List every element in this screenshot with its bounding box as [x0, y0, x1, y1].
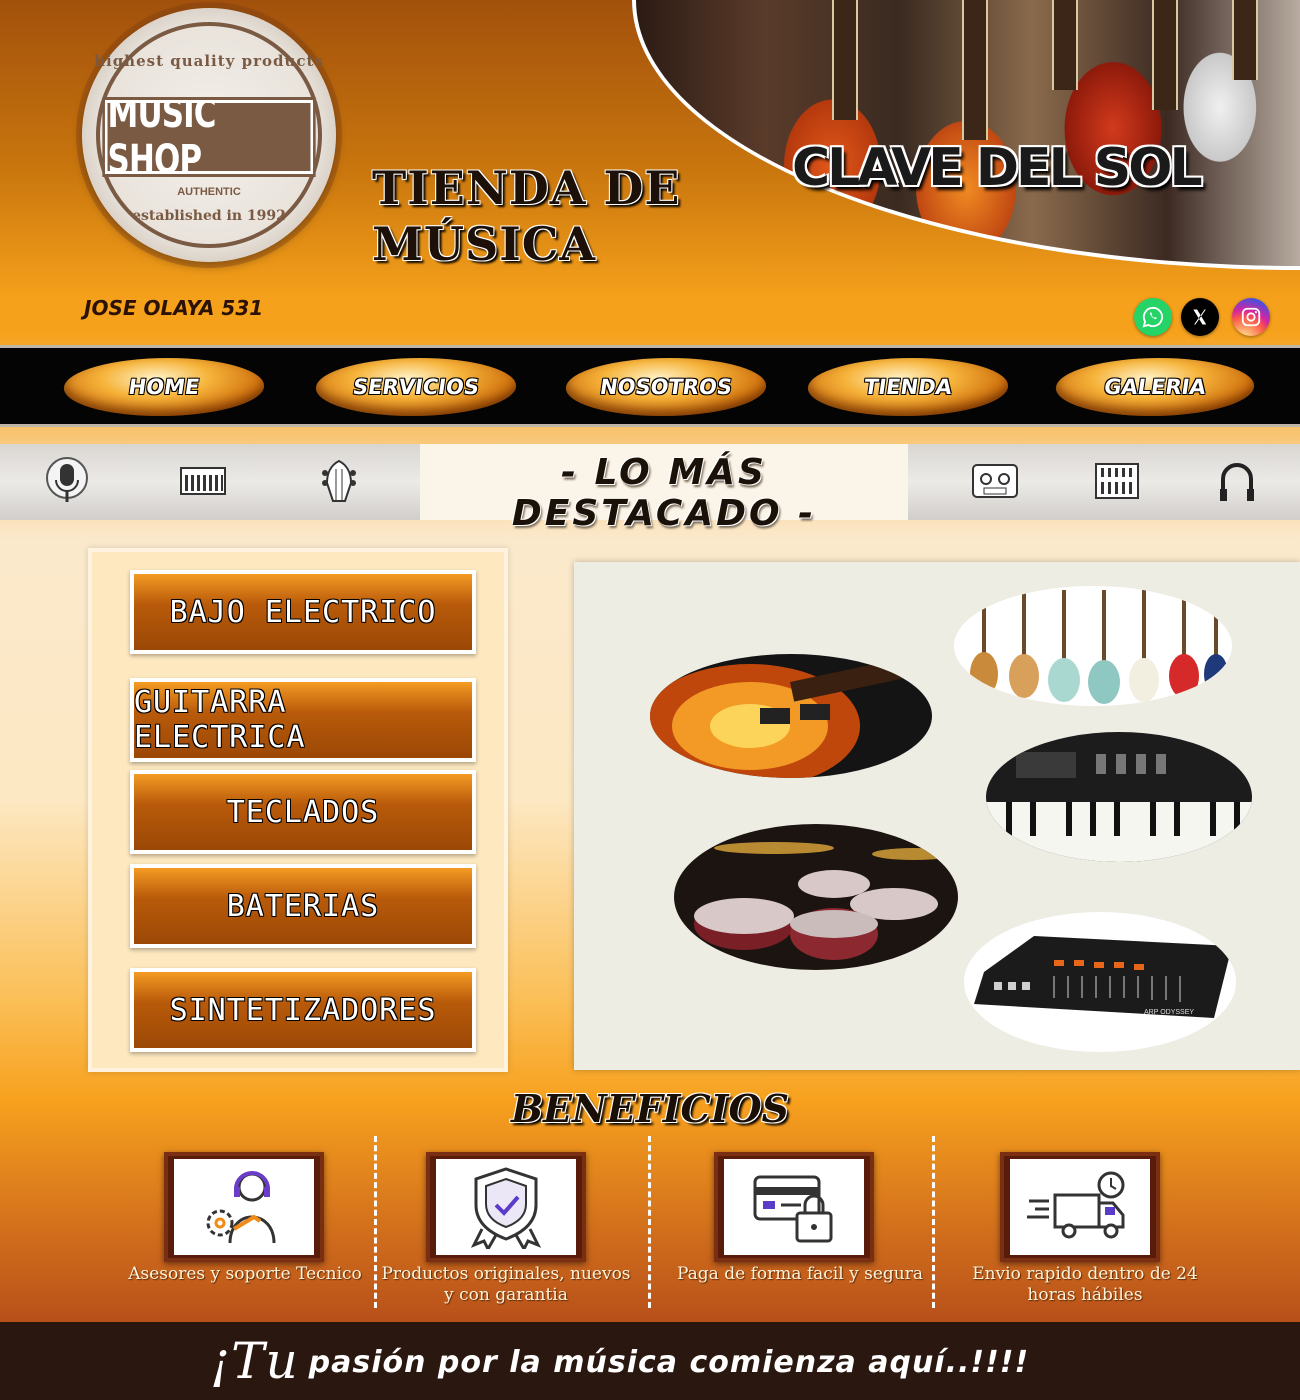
benefit-card-delivery	[1000, 1152, 1160, 1262]
hero-guitars-image	[632, 0, 1300, 268]
category-sintetizadores[interactable]: SINTETIZADORES	[130, 968, 476, 1052]
benefit-card-payment	[714, 1152, 874, 1262]
microphone-icon	[42, 456, 92, 506]
benefit-card-guarantee	[426, 1152, 586, 1262]
store-address: JOSE OLAYA 531	[84, 296, 264, 320]
headphones-icon	[1212, 456, 1262, 506]
whatsapp-icon[interactable]	[1134, 298, 1172, 336]
benefit-separator	[932, 1136, 935, 1308]
nav-home[interactable]: HOME	[59, 358, 269, 416]
delivery-truck-icon	[1027, 1171, 1125, 1239]
logo-established: established in 1992	[132, 208, 286, 224]
slogan-text: pasión por la música comienza aquí..!!!!	[308, 1345, 1030, 1380]
nav-tienda[interactable]: TIENDA	[803, 358, 1013, 416]
benefit-card-support	[164, 1152, 324, 1262]
product-gallery: ARP ODYSSEY	[574, 562, 1300, 1070]
category-baterias[interactable]: BATERIAS	[130, 864, 476, 948]
benefits-title: BENEFICIOS	[510, 1086, 790, 1131]
support-agent-icon	[206, 1171, 276, 1244]
benefit-caption: Envio rapido dentro de 24 horas hábiles	[972, 1264, 1198, 1305]
drums-image[interactable]	[674, 824, 958, 970]
benefit-caption: Paga de forma facil y segura	[676, 1264, 923, 1284]
x-icon[interactable]	[1181, 298, 1219, 336]
main-nav: HOME SERVICIOS NOSOTROS TIENDA GALERIA	[0, 345, 1300, 427]
guarantee-badge-icon	[470, 1167, 542, 1249]
synthesizer-icon	[1092, 456, 1142, 506]
synthesizer-image[interactable]: ARP ODYSSEY	[964, 912, 1236, 1052]
nav-nosotros[interactable]: NOSOTROS	[561, 358, 771, 416]
keyboard-image[interactable]	[986, 732, 1252, 862]
music-shop-logo[interactable]: highest quality products MUSIC SHOP AUTH…	[82, 8, 336, 262]
highlights-title: - LO MÁS DESTACADO -	[511, 452, 817, 534]
cassette-icon	[970, 456, 1020, 506]
category-bajo-electrico[interactable]: BAJO ELECTRICO	[130, 570, 476, 654]
keyboard-icon	[178, 456, 228, 506]
benefit-separator	[648, 1136, 651, 1308]
store-title: TIENDA DE MÚSICA	[372, 161, 681, 271]
footer-slogan: ¡Tu pasión por la música comienza aquí..!…	[210, 1332, 1029, 1390]
brand-name: CLAVE DEL SOL	[792, 138, 1203, 198]
synth-label: ARP ODYSSEY	[1144, 1009, 1194, 1016]
slogan-start: ¡Tu	[210, 1332, 299, 1390]
card-payment-lock-icon	[753, 1175, 833, 1243]
benefit-caption: Productos originales, nuevos y con garan…	[381, 1264, 631, 1305]
nav-servicios[interactable]: SERVICIOS	[311, 358, 521, 416]
logo-main-text: MUSIC SHOP	[102, 91, 316, 183]
category-teclados[interactable]: TECLADOS	[130, 770, 476, 854]
electric-guitar-image[interactable]	[650, 654, 932, 778]
nav-galeria[interactable]: GALERIA	[1051, 358, 1259, 416]
bass-guitars-image[interactable]	[954, 586, 1232, 706]
logo-arc-text: highest quality products	[94, 52, 324, 70]
logo-authentic: AUTHENTIC	[177, 186, 241, 198]
instagram-icon[interactable]	[1232, 298, 1270, 336]
benefit-caption: Asesores y soporte Tecnico	[128, 1264, 362, 1284]
category-guitarra-electrica[interactable]: GUITARRA ELECTRICA	[130, 678, 476, 762]
guitar-headstock-icon	[314, 456, 364, 506]
